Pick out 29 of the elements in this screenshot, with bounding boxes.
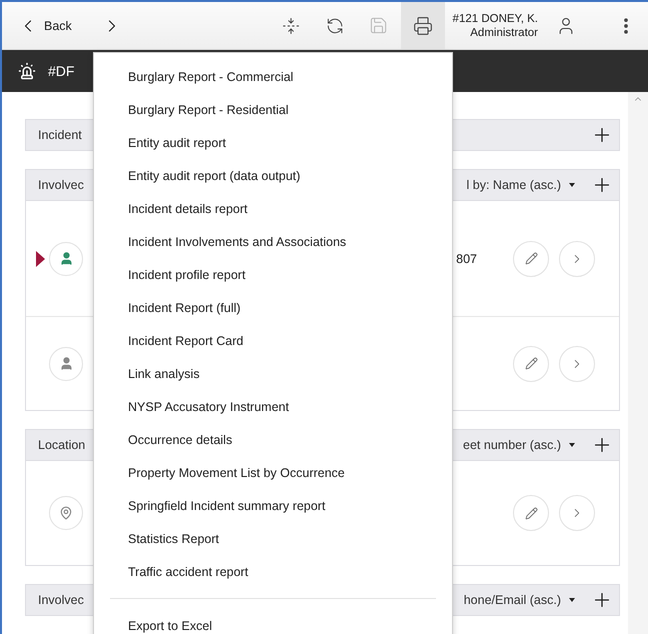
menu-item[interactable]: Traffic accident report (94, 555, 452, 588)
menu-item[interactable]: Incident Report (full) (94, 291, 452, 324)
menu-item[interactable]: Incident Involvements and Associations (94, 225, 452, 258)
menu-item[interactable]: Incident Report Card (94, 324, 452, 357)
menu-item[interactable]: Entity audit report (94, 126, 452, 159)
sort-label[interactable]: l by: Name (asc.) (466, 178, 561, 192)
menu-item[interactable]: Property Movement List by Occurrence (94, 456, 452, 489)
section-title: Involvec (38, 178, 84, 192)
menu-item[interactable]: Burglary Report - Commercial (94, 60, 452, 93)
menu-item[interactable]: Incident profile report (94, 258, 452, 291)
menu-item[interactable]: Entity audit report (data output) (94, 159, 452, 192)
user-role: Administrator (470, 26, 538, 40)
menu-item[interactable]: NYSP Accusatory Instrument (94, 390, 452, 423)
section-title: Involvec (38, 593, 84, 607)
back-button[interactable]: Back (14, 12, 76, 40)
section-title: Incident (38, 128, 82, 142)
section-title: Location (38, 438, 86, 452)
sort-label[interactable]: hone/Email (asc.) (464, 593, 561, 607)
row-detail: 807 (456, 252, 477, 266)
menu-item[interactable]: Export to Excel (94, 609, 452, 634)
user-name: #121 DONEY, K. (452, 12, 538, 26)
menu-item[interactable]: Springfield Incident summary report (94, 489, 452, 522)
menu-item[interactable]: Burglary Report - Residential (94, 93, 452, 126)
banner-title: #DF (48, 63, 74, 79)
menu-item[interactable]: Link analysis (94, 357, 452, 390)
menu-item[interactable]: Incident details report (94, 192, 452, 225)
sort-label[interactable]: eet number (asc.) (463, 438, 561, 452)
menu-item[interactable]: Occurrence details (94, 423, 452, 456)
menu-item[interactable]: Statistics Report (94, 522, 452, 555)
